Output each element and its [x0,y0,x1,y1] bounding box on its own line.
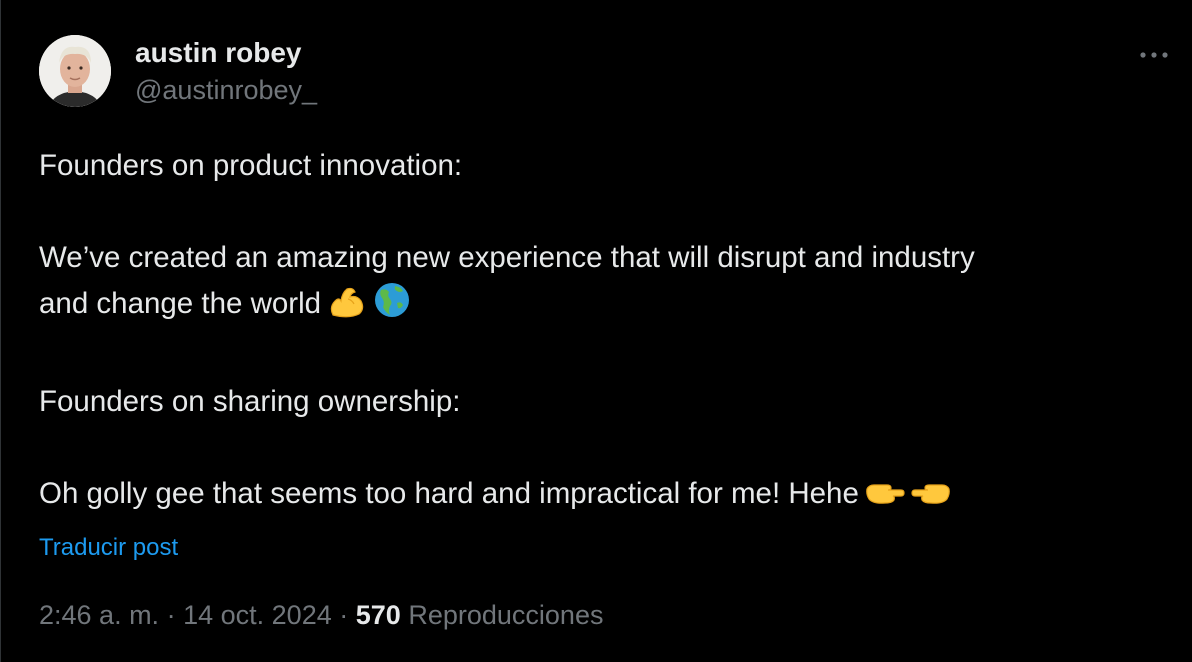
tweet-header: austin robey @austinrobey_ [39,34,317,108]
globe-americas-icon [373,281,411,333]
flexed-biceps-icon [327,285,367,333]
tweet-line-with-emoji: and change the world [39,281,1179,333]
more-icon [1140,52,1168,58]
views-count: 570 [355,600,401,630]
author-display-name[interactable]: austin robey [135,34,317,72]
avatar[interactable] [39,35,111,107]
tweet-text: Founders on product innovation: We’ve cr… [39,143,1179,523]
tweet-line: Founders on product innovation: [39,149,463,182]
tweet-card: austin robey @austinrobey_ Founders on p… [0,0,1192,662]
meta-separator: · [166,600,176,630]
tweet-line: Founders on sharing ownership: [39,385,461,418]
more-options-button[interactable] [1134,40,1174,70]
tweet-blank-line [39,425,1179,471]
tweet-line: Oh golly gee that seems too hard and imp… [39,477,859,510]
meta-separator: · [339,600,349,630]
tweet-line-with-emoji: Oh golly gee that seems too hard and imp… [39,471,1179,523]
tweet-meta: 2:46 a. m. · 14 oct. 2024 · 570 Reproduc… [39,600,603,631]
author-names: austin robey @austinrobey_ [135,34,317,108]
tweet-blank-line [39,189,1179,235]
tweet-date[interactable]: 14 oct. 2024 [183,600,332,630]
translate-post-link[interactable]: Traducir post [39,534,178,562]
pointing-left-icon [911,477,951,523]
views-label: Reproducciones [408,600,604,630]
author-handle[interactable]: @austinrobey_ [135,72,317,108]
pointing-right-icon [865,477,905,523]
tweet-blank-line [39,333,1179,379]
tweet-line: and change the world [39,287,322,320]
tweet-time[interactable]: 2:46 a. m. [39,600,159,630]
tweet-line: We’ve created an amazing new experience … [39,241,975,274]
avatar-photo [39,35,111,107]
